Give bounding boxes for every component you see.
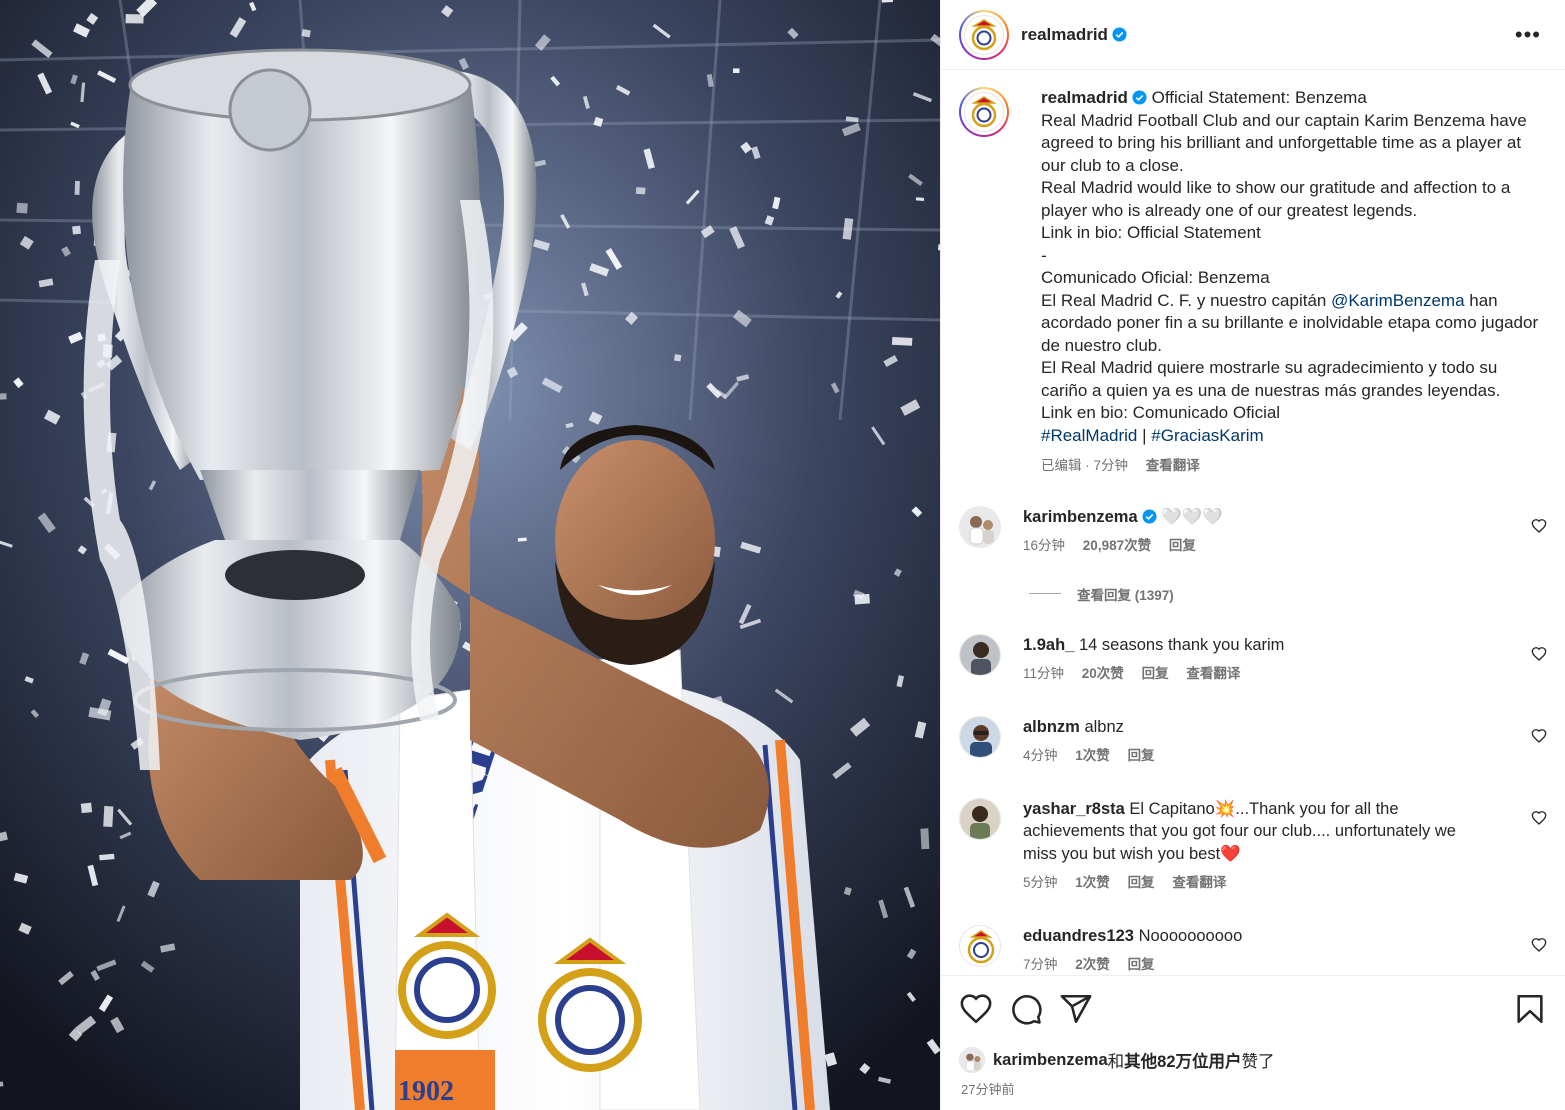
heart-icon[interactable]: [1531, 646, 1547, 662]
save-icon[interactable]: [1513, 992, 1547, 1026]
comment-item: albnzm albnz 4分钟 1次赞 回复: [941, 715, 1565, 768]
post-header: realmadrid •••: [941, 0, 1565, 70]
more-options-button[interactable]: •••: [1509, 21, 1547, 47]
share-icon[interactable]: [1059, 992, 1093, 1026]
commenter-username[interactable]: albnzm: [1023, 718, 1080, 736]
hashtags: #RealMadrid | #GraciasKarim: [1041, 425, 1264, 445]
translate-button[interactable]: 查看翻译: [1172, 875, 1226, 890]
caption-paragraph: El Real Madrid quiere mostrarle su agrad…: [1041, 358, 1503, 400]
comments-scroll-area[interactable]: realmadrid Official Statement: Benzema R…: [941, 71, 1565, 975]
comment-text: albnz: [1084, 717, 1124, 736]
heart-icon[interactable]: [1531, 518, 1547, 534]
comment-time: 5分钟: [1023, 875, 1058, 890]
commenter-username[interactable]: 1.9ah_: [1023, 636, 1074, 654]
post-timestamp: 27分钟前: [961, 1082, 1015, 1097]
real-madrid-crest-icon: [971, 96, 997, 128]
commenter-username[interactable]: yashar_r8sta: [1023, 800, 1125, 818]
caption-title: Official Statement: Benzema: [1151, 88, 1367, 107]
caption-paragraph: Comunicado Oficial: Benzema: [1041, 268, 1270, 287]
account-avatar[interactable]: [959, 9, 1009, 60]
commenter-avatar[interactable]: [959, 797, 1001, 840]
post-actions: karimbenzema 和 其他82万位用户 赞了 27分钟前: [941, 975, 1565, 1110]
account-username[interactable]: realmadrid: [1021, 25, 1108, 45]
hashtag-link[interactable]: #RealMadrid: [1041, 426, 1137, 445]
liker-username[interactable]: karimbenzema: [993, 1051, 1108, 1070]
comment-text: Noooooooooo: [1138, 926, 1243, 945]
commenter-avatar[interactable]: [959, 924, 1001, 967]
likes-count-link[interactable]: 其他82万位用户: [1124, 1048, 1241, 1072]
comment-time: 16分钟: [1023, 538, 1066, 553]
commenter-avatar[interactable]: [959, 715, 1001, 758]
verified-icon: [1132, 90, 1147, 105]
caption-paragraph: Real Madrid Football Club and our captai…: [1041, 110, 1532, 175]
heart-icon[interactable]: [1531, 937, 1547, 953]
translate-button[interactable]: 查看翻译: [1146, 458, 1200, 473]
view-replies-label: 查看回复 (1397): [1077, 587, 1174, 603]
hashtag-link[interactable]: #GraciasKarim: [1151, 426, 1263, 445]
comment-item: 1.9ah_ 14 seasons thank you karim 11分钟 2…: [941, 633, 1565, 686]
comment-likes[interactable]: 1次赞: [1075, 875, 1110, 890]
likes-summary: karimbenzema 和 其他82万位用户 赞了: [941, 1047, 1565, 1073]
edited-timestamp: 已编辑 · 7分钟: [1041, 458, 1129, 473]
commenter-avatar[interactable]: [959, 633, 1001, 676]
liker-avatar[interactable]: [959, 1047, 985, 1073]
comment-likes[interactable]: 20次赞: [1082, 666, 1124, 681]
verified-icon: [1112, 27, 1127, 42]
comment-text: 🤍🤍🤍: [1161, 507, 1223, 526]
translate-button[interactable]: 查看翻译: [1186, 666, 1240, 681]
caption-avatar[interactable]: [959, 87, 1009, 137]
post-image[interactable]: RE 1902: [0, 0, 940, 1110]
real-madrid-crest-icon: [971, 18, 997, 50]
view-replies-button[interactable]: 查看回复 (1397): [941, 584, 1565, 604]
mention-link[interactable]: @KarimBenzema: [1331, 291, 1464, 310]
comment-time: 11分钟: [1023, 666, 1065, 681]
replies-divider: [1029, 593, 1061, 594]
commenter-avatar[interactable]: [959, 505, 1001, 548]
post-photo-benzema-trophy: RE 1902: [0, 0, 940, 1110]
caption-text: realmadrid Official Statement: Benzema R…: [1041, 87, 1547, 478]
post-detail-panel: realmadrid ••• realmadrid Official State…: [940, 0, 1565, 1110]
caption-paragraph: Real Madrid would like to show our grati…: [1041, 178, 1516, 220]
caption-username[interactable]: realmadrid: [1041, 88, 1128, 107]
likes-suffix: 赞了: [1241, 1053, 1275, 1071]
reply-button[interactable]: 回复: [1128, 748, 1155, 763]
comment-text: 14 seasons thank you karim: [1078, 635, 1285, 654]
heart-icon[interactable]: [959, 992, 993, 1026]
scarf-year-text: 1902: [398, 1076, 454, 1107]
heart-icon[interactable]: [1531, 810, 1547, 826]
reply-button[interactable]: 回复: [1169, 538, 1196, 553]
comment-time: 4分钟: [1023, 748, 1058, 763]
comment-time: 7分钟: [1023, 957, 1058, 972]
caption-separator: -: [1041, 245, 1047, 265]
comment-item: yashar_r8sta El Capitano💥...Thank you fo…: [941, 797, 1565, 895]
caption-meta: 已编辑 · 7分钟 查看翻译: [1041, 455, 1547, 478]
reply-button[interactable]: 回复: [1128, 957, 1155, 972]
reply-button[interactable]: 回复: [1128, 875, 1155, 890]
comment-likes[interactable]: 20,987次赞: [1083, 538, 1151, 553]
heart-icon[interactable]: [1531, 728, 1547, 744]
reply-button[interactable]: 回复: [1142, 666, 1169, 681]
caption-paragraph: Link en bio: Comunicado Oficial: [1041, 403, 1281, 422]
action-bar: [941, 976, 1565, 1026]
comment-item: eduandres123 Noooooooooo 7分钟 2次赞 回复: [941, 924, 1565, 976]
post-caption: realmadrid Official Statement: Benzema R…: [941, 71, 1565, 478]
commenter-username[interactable]: eduandres123: [1023, 927, 1134, 945]
comment-icon[interactable]: [1009, 992, 1043, 1026]
more-icon: •••: [1514, 21, 1541, 47]
comment-item: karimbenzema 🤍🤍🤍 16分钟 20,987次赞 回复: [941, 505, 1565, 558]
comment-likes[interactable]: 2次赞: [1075, 957, 1110, 972]
comment-likes[interactable]: 1次赞: [1075, 748, 1110, 763]
likes-connector: 和: [1107, 1053, 1125, 1071]
verified-icon: [1142, 508, 1157, 524]
caption-paragraph: Link in bio: Official Statement: [1041, 223, 1261, 242]
caption-paragraph: El Real Madrid C. F. y nuestro capitán @…: [1041, 290, 1543, 355]
commenter-username[interactable]: karimbenzema: [1023, 508, 1138, 526]
